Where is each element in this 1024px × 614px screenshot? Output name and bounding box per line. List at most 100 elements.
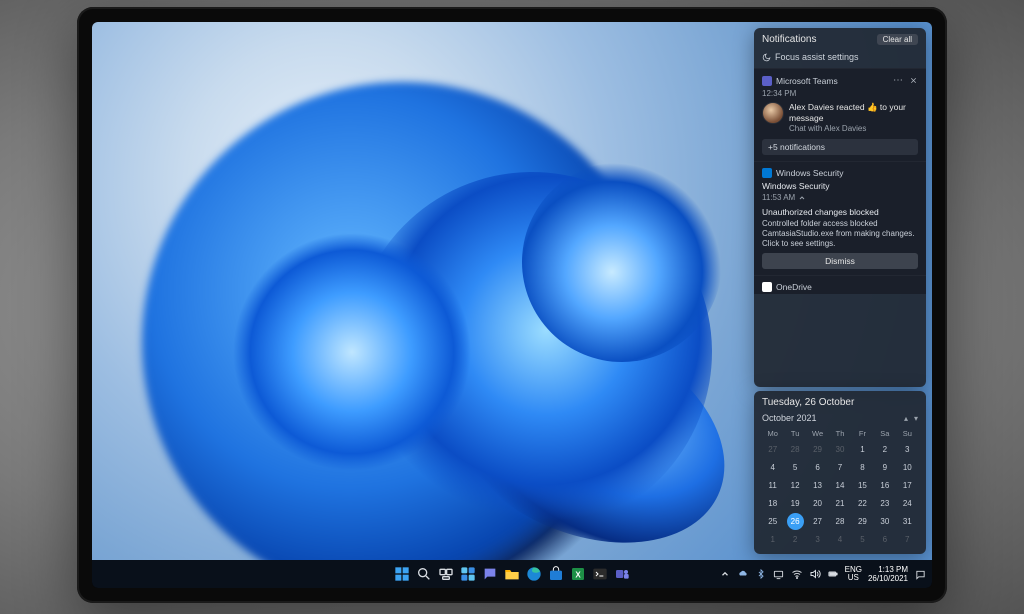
security-notification[interactable]: Windows Security Windows Security 11:53 … [754, 161, 926, 275]
calendar-day[interactable]: 20 [807, 495, 828, 512]
calendar-day[interactable]: 11 [762, 477, 783, 494]
calendar-day[interactable]: 22 [852, 495, 873, 512]
calendar-day[interactable]: 27 [807, 513, 828, 530]
calendar-panel: Tuesday, 26 October October 2021 ▴ ▾ MoT… [754, 391, 926, 554]
calendar-day[interactable]: 24 [897, 495, 918, 512]
calendar-day[interactable]: 12 [784, 477, 805, 494]
task-view-button[interactable] [437, 565, 455, 583]
close-icon[interactable] [908, 76, 918, 86]
tray-chevron-icon[interactable] [719, 568, 731, 580]
calendar-day[interactable]: 28 [784, 441, 805, 458]
calendar-prev-button[interactable]: ▴ [904, 414, 908, 423]
widgets-button[interactable] [459, 565, 477, 583]
bezel: Notifications Clear all Focus assist set… [92, 22, 932, 588]
calendar-day[interactable]: 7 [829, 459, 850, 476]
language-indicator[interactable]: ENGUS [845, 566, 862, 582]
calendar-day[interactable]: 7 [897, 531, 918, 548]
onedrive-app-name: OneDrive [776, 282, 918, 292]
calendar-day[interactable]: 17 [897, 477, 918, 494]
security-body: Controlled folder access blocked Camtasi… [762, 219, 918, 249]
focus-assist-link[interactable]: Focus assist settings [762, 52, 918, 62]
moon-icon [762, 53, 771, 62]
calendar-day[interactable]: 2 [874, 441, 895, 458]
calendar-day[interactable]: 4 [829, 531, 850, 548]
calendar-day[interactable]: 27 [762, 441, 783, 458]
calendar-day[interactable]: 3 [897, 441, 918, 458]
onedrive-tray-icon[interactable] [737, 568, 749, 580]
teams-notification[interactable]: Microsoft Teams ⋯ 12:34 PM Alex Dav [754, 68, 926, 161]
onedrive-icon [762, 282, 772, 292]
calendar-day[interactable]: 19 [784, 495, 805, 512]
wifi-icon[interactable] [791, 568, 803, 580]
bluetooth-tray-icon[interactable] [755, 568, 767, 580]
calendar-day[interactable]: 6 [874, 531, 895, 548]
dismiss-button[interactable]: Dismiss [762, 253, 918, 269]
calendar-day[interactable]: 29 [807, 441, 828, 458]
calendar-day[interactable]: 30 [874, 513, 895, 530]
volume-icon[interactable] [809, 568, 821, 580]
security-time: 11:53 AM [762, 193, 918, 202]
teams-subtext: Chat with Alex Davies [789, 124, 918, 133]
start-button[interactable] [393, 565, 411, 583]
terminal-button[interactable] [591, 565, 609, 583]
teams-message: Alex Davies reacted 👍 to your message [789, 102, 918, 124]
edge-button[interactable] [525, 565, 543, 583]
focus-assist-label: Focus assist settings [775, 52, 859, 62]
clear-all-button[interactable]: Clear all [877, 34, 918, 45]
calendar-day[interactable]: 28 [829, 513, 850, 530]
teams-app-name: Microsoft Teams [776, 76, 889, 86]
calendar-next-button[interactable]: ▾ [914, 414, 918, 423]
calendar-day[interactable]: 31 [897, 513, 918, 530]
calendar-day[interactable]: 1 [762, 531, 783, 548]
calendar-day[interactable]: 29 [852, 513, 873, 530]
excel-button[interactable]: X [569, 565, 587, 583]
calendar-day[interactable]: 10 [897, 459, 918, 476]
calendar-day[interactable]: 1 [852, 441, 873, 458]
calendar-month[interactable]: October 2021 [762, 413, 817, 423]
battery-icon[interactable] [827, 568, 839, 580]
connect-tray-icon[interactable] [773, 568, 785, 580]
teams-time: 12:34 PM [762, 89, 918, 98]
calendar-day[interactable]: 16 [874, 477, 895, 494]
calendar-day[interactable]: 2 [784, 531, 805, 548]
calendar-day[interactable]: 30 [829, 441, 850, 458]
security-heading: Windows Security [762, 181, 918, 191]
calendar-day[interactable]: 5 [852, 531, 873, 548]
calendar-day[interactable]: 9 [874, 459, 895, 476]
svg-text:X: X [575, 570, 581, 579]
calendar-day[interactable]: 26 [784, 513, 805, 530]
calendar-day[interactable]: 23 [874, 495, 895, 512]
calendar-day[interactable]: 5 [784, 459, 805, 476]
device-frame: Notifications Clear all Focus assist set… [77, 7, 947, 603]
more-icon[interactable]: ⋯ [893, 75, 904, 86]
notifications-header: Notifications Clear all [762, 34, 918, 45]
calendar-day[interactable]: 6 [807, 459, 828, 476]
taskbar: X [92, 560, 932, 588]
notifications-panel: Notifications Clear all Focus assist set… [754, 28, 926, 387]
calendar-day[interactable]: 15 [852, 477, 873, 494]
calendar-day[interactable]: 21 [829, 495, 850, 512]
explorer-button[interactable] [503, 565, 521, 583]
calendar-day[interactable]: 18 [762, 495, 783, 512]
calendar-day[interactable]: 3 [807, 531, 828, 548]
clock[interactable]: 1:13 PM26/10/2021 [868, 565, 908, 583]
chat-button[interactable] [481, 565, 499, 583]
calendar-day[interactable]: 13 [807, 477, 828, 494]
security-app-name: Windows Security [776, 168, 918, 178]
onedrive-notification[interactable]: OneDrive [754, 275, 926, 294]
calendar-dow: Sa [874, 427, 895, 440]
action-center: Notifications Clear all Focus assist set… [754, 28, 926, 554]
store-button[interactable] [547, 565, 565, 583]
calendar-day[interactable]: 4 [762, 459, 783, 476]
calendar-day[interactable]: 8 [852, 459, 873, 476]
teams-more-notifications[interactable]: +5 notifications [762, 139, 918, 155]
calendar-day[interactable]: 25 [762, 513, 783, 530]
calendar-dow: We [807, 427, 828, 440]
screen: Notifications Clear all Focus assist set… [92, 22, 932, 588]
search-button[interactable] [415, 565, 433, 583]
calendar-today-label[interactable]: Tuesday, 26 October [762, 397, 918, 408]
teams-button[interactable] [613, 565, 631, 583]
notifications-tray-icon[interactable] [914, 568, 926, 580]
calendar-day[interactable]: 14 [829, 477, 850, 494]
security-subtitle: Unauthorized changes blocked [762, 207, 918, 217]
